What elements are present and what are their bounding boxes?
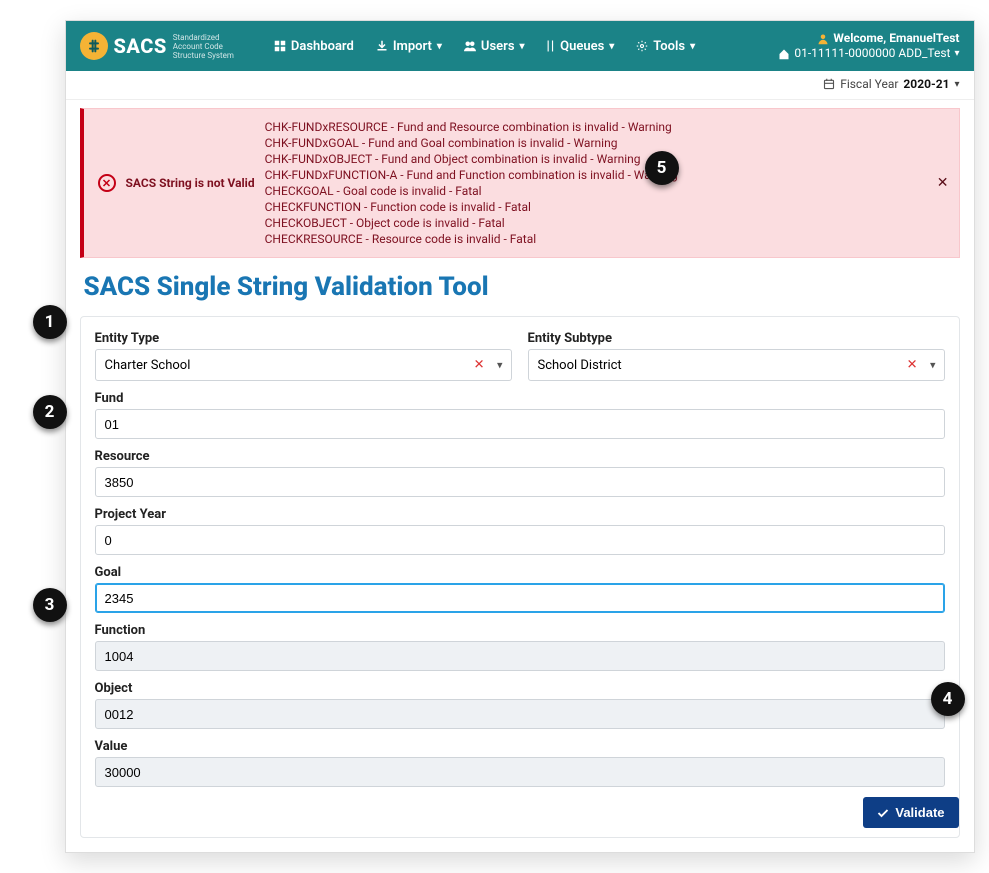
close-icon[interactable]: ✕ xyxy=(937,175,949,191)
entity-subtype-select[interactable]: School District ✕ ▾ xyxy=(528,349,945,381)
error-item: CHK-FUNDxOBJECT - Fund and Object combin… xyxy=(265,151,678,167)
resource-input[interactable] xyxy=(95,467,945,497)
nav-tools[interactable]: Tools ▾ xyxy=(626,33,705,60)
nav-users[interactable]: Users ▾ xyxy=(454,33,535,60)
error-item: CHK-FUNDxRESOURCE - Fund and Resource co… xyxy=(265,119,678,135)
brand-name: SACS xyxy=(114,34,167,58)
chevron-down-icon: ▾ xyxy=(497,359,503,372)
goal-label: Goal xyxy=(95,565,945,580)
brand-badge-icon xyxy=(80,32,108,60)
brand-subtitle: Standardized Account Code Structure Syst… xyxy=(173,33,234,60)
home-icon xyxy=(778,48,790,60)
fiscal-year-selector[interactable]: Fiscal Year 2020-21 ▾ xyxy=(823,77,959,91)
chevron-down-icon: ▾ xyxy=(954,79,959,90)
chevron-down-icon: ▾ xyxy=(437,41,442,52)
navbar: SACS Standardized Account Code Structure… xyxy=(66,21,974,71)
chevron-down-icon: ▾ xyxy=(520,41,525,52)
pause-icon: || xyxy=(547,39,556,54)
entity-type-select[interactable]: Charter School ✕ ▾ xyxy=(95,349,512,381)
annotation-bubble-1: 1 xyxy=(33,305,67,339)
fund-label: Fund xyxy=(95,391,945,406)
user-icon xyxy=(817,33,829,45)
function-label: Function xyxy=(95,623,945,638)
error-item: CHECKGOAL - Goal code is invalid - Fatal xyxy=(265,183,678,199)
goal-input[interactable] xyxy=(95,583,945,613)
value-input[interactable] xyxy=(95,757,945,787)
fund-input[interactable] xyxy=(95,409,945,439)
brand-logo[interactable]: SACS Standardized Account Code Structure… xyxy=(80,32,234,60)
value-label: Value xyxy=(95,739,945,754)
error-title: SACS String is not Valid xyxy=(126,176,255,190)
page-title: SACS Single String Validation Tool xyxy=(66,266,974,312)
app-window: SACS Standardized Account Code Structure… xyxy=(65,20,975,853)
annotation-bubble-5: 5 xyxy=(645,151,679,185)
nav-links: Dashboard Import ▾ Users ▾ || Queues ▾ xyxy=(264,33,705,60)
fiscal-year-bar: Fiscal Year 2020-21 ▾ xyxy=(66,71,974,100)
project-year-label: Project Year xyxy=(95,507,945,522)
clear-icon[interactable]: ✕ xyxy=(474,358,485,373)
error-list: CHK-FUNDxRESOURCE - Fund and Resource co… xyxy=(265,119,678,247)
error-item: CHECKRESOURCE - Resource code is invalid… xyxy=(265,231,678,247)
project-year-input[interactable] xyxy=(95,525,945,555)
error-item: CHECKOBJECT - Object code is invalid - F… xyxy=(265,215,678,231)
chevron-down-icon: ▾ xyxy=(609,41,614,52)
annotation-bubble-2: 2 xyxy=(33,395,67,429)
annotation-bubble-4: 4 xyxy=(931,682,965,716)
function-input[interactable] xyxy=(95,641,945,671)
error-item: CHK-FUNDxFUNCTION-A - Fund and Function … xyxy=(265,167,678,183)
annotation-bubble-3: 3 xyxy=(33,588,67,622)
validate-button[interactable]: Validate xyxy=(863,797,958,828)
check-icon xyxy=(877,807,889,819)
user-block: Welcome, EmanuelTest 01-11111-0000000 AD… xyxy=(778,31,959,61)
entity-type-label: Entity Type xyxy=(95,331,512,346)
nav-import[interactable]: Import ▾ xyxy=(366,33,452,60)
chevron-down-icon: ▾ xyxy=(690,41,695,52)
chevron-down-icon: ▾ xyxy=(954,46,959,61)
validation-form: Entity Type Charter School ✕ ▾ Entity Su… xyxy=(80,316,960,838)
entity-subtype-value: School District xyxy=(538,358,622,373)
resource-label: Resource xyxy=(95,449,945,464)
users-icon xyxy=(464,40,476,52)
error-item: CHK-FUNDxGOAL - Fund and Goal combinatio… xyxy=(265,135,678,151)
grid-icon xyxy=(274,40,286,52)
entity-subtype-label: Entity Subtype xyxy=(528,331,945,346)
org-line[interactable]: 01-11111-0000000 ADD_Test ▾ xyxy=(778,46,959,61)
chevron-down-icon: ▾ xyxy=(930,359,936,372)
gear-icon xyxy=(636,40,648,52)
entity-type-value: Charter School xyxy=(105,358,191,373)
clear-icon[interactable]: ✕ xyxy=(907,358,918,373)
welcome-line[interactable]: Welcome, EmanuelTest xyxy=(778,31,959,46)
nav-dashboard[interactable]: Dashboard xyxy=(264,33,364,60)
error-item: CHECKFUNCTION - Function code is invalid… xyxy=(265,199,678,215)
object-input[interactable] xyxy=(95,699,945,729)
calendar-icon xyxy=(823,78,835,90)
object-label: Object xyxy=(95,681,945,696)
error-banner: ✕ SACS String is not Valid CHK-FUNDxRESO… xyxy=(80,108,960,258)
download-icon xyxy=(376,40,388,52)
error-icon: ✕ xyxy=(98,174,116,192)
nav-queues[interactable]: || Queues ▾ xyxy=(537,33,625,60)
